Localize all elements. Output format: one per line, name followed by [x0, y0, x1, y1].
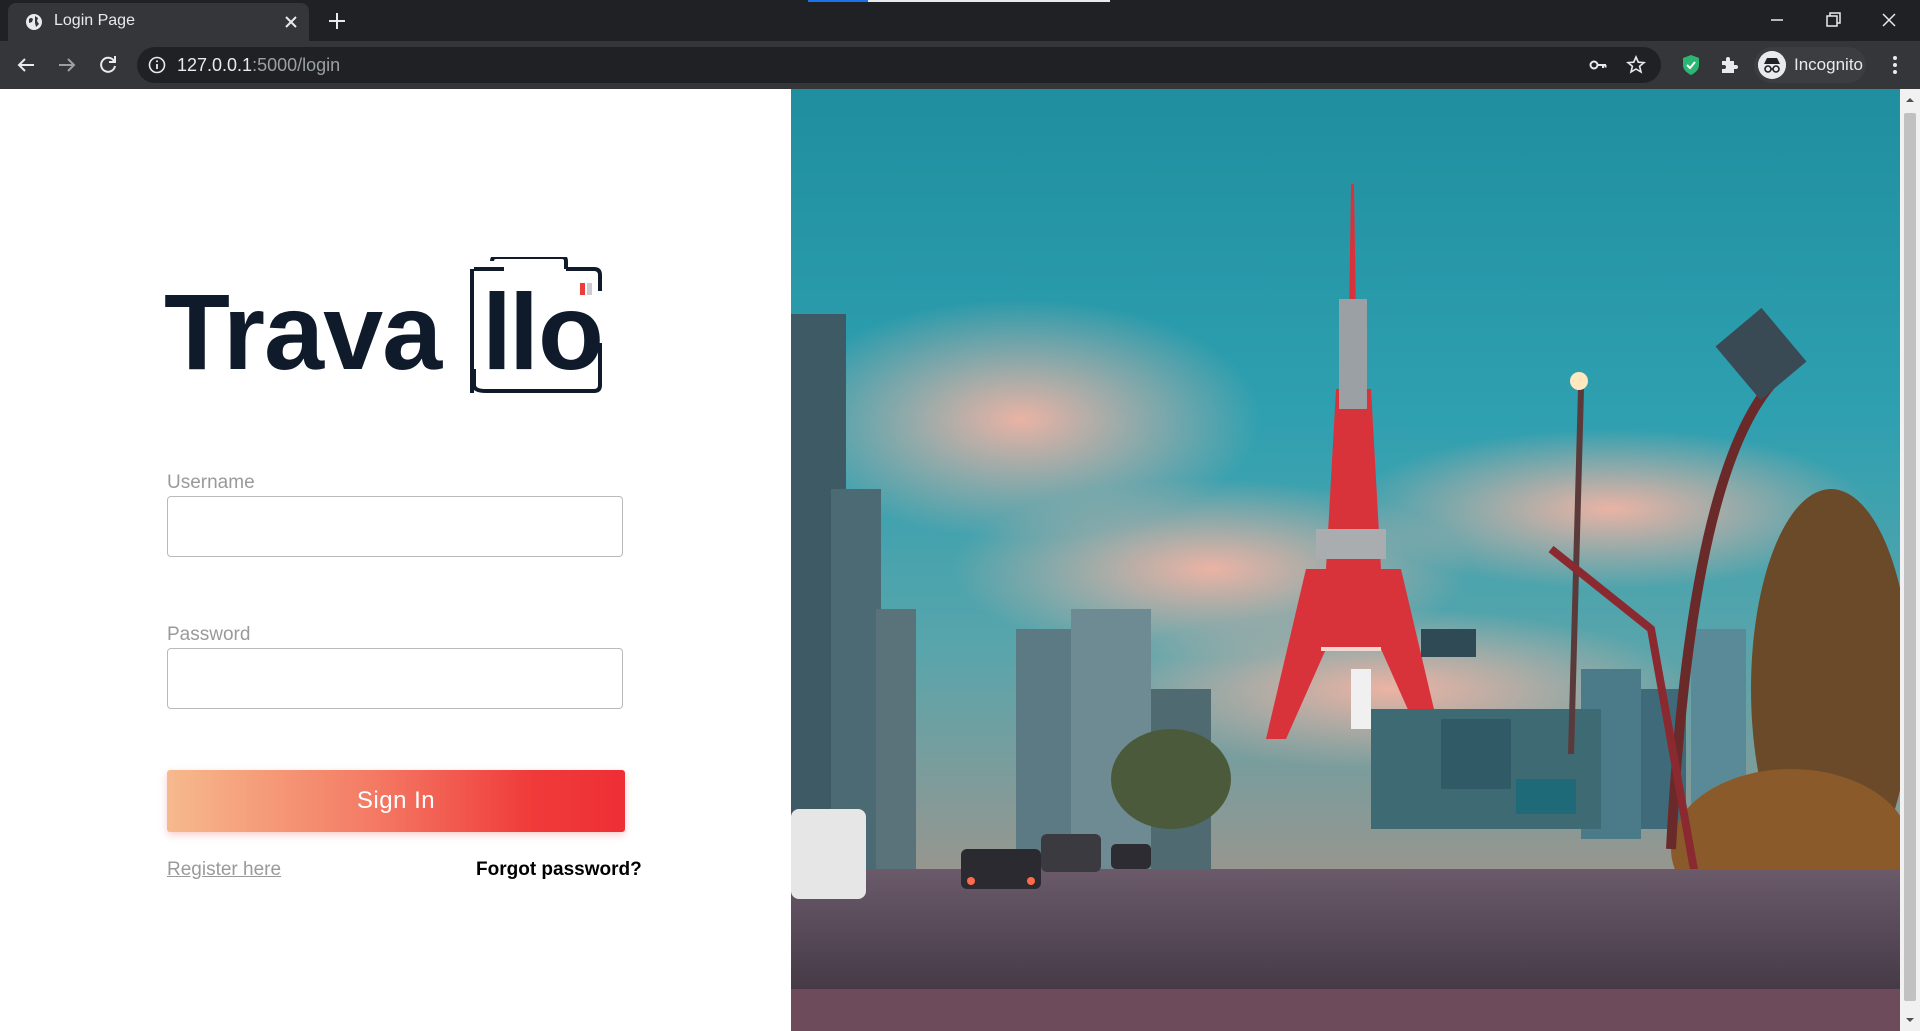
- camera-frame-icon: Trava: [164, 271, 443, 392]
- key-icon[interactable]: [1588, 55, 1608, 75]
- reload-icon[interactable]: [96, 53, 120, 77]
- scroll-up-icon[interactable]: [1905, 95, 1915, 105]
- close-icon[interactable]: [281, 12, 301, 32]
- profile-label: Incognito: [1794, 55, 1863, 74]
- page-scrollbar[interactable]: [1900, 89, 1920, 1031]
- globe-icon: [26, 14, 42, 30]
- browser-titlebar: Login Page: [0, 0, 1920, 41]
- page-viewport: Trava l lo Username Password Sign In Reg…: [0, 89, 1900, 1031]
- url-path: :5000/login: [252, 55, 341, 75]
- window-close-icon[interactable]: [1875, 6, 1903, 34]
- kebab-menu-icon[interactable]: [1883, 53, 1907, 77]
- password-label: Password: [167, 624, 251, 645]
- svg-text:l: l: [482, 271, 511, 392]
- hero-cityscape-image: [791, 89, 1900, 1031]
- tab-title: Login Page: [54, 12, 135, 29]
- back-arrow-icon[interactable]: [14, 53, 38, 77]
- shield-extension-icon[interactable]: [1679, 53, 1703, 77]
- forgot-password-link[interactable]: Forgot password?: [476, 859, 642, 881]
- brand-logo: Trava l lo: [164, 257, 604, 393]
- loading-bar-accent: [808, 0, 868, 2]
- restore-icon[interactable]: [1819, 6, 1847, 34]
- username-input[interactable]: [167, 496, 623, 557]
- info-icon[interactable]: [148, 56, 166, 74]
- browser-toolbar: 127.0.0.1:5000/login Incognito: [0, 41, 1920, 89]
- password-input[interactable]: [167, 648, 623, 709]
- url-host: 127.0.0.1: [177, 55, 253, 75]
- login-panel: Trava l lo Username Password Sign In Reg…: [0, 89, 791, 1031]
- star-icon[interactable]: [1626, 55, 1646, 75]
- sign-in-button[interactable]: Sign In: [167, 770, 625, 832]
- url-text: 127.0.0.1:5000/login: [177, 55, 340, 76]
- address-bar[interactable]: 127.0.0.1:5000/login: [137, 47, 1661, 83]
- profile-incognito[interactable]: Incognito: [1754, 47, 1866, 83]
- register-link[interactable]: Register here: [167, 859, 281, 881]
- scroll-down-icon[interactable]: [1905, 1015, 1915, 1025]
- username-label: Username: [167, 472, 255, 493]
- minimize-icon[interactable]: [1763, 6, 1791, 34]
- incognito-icon: [1758, 51, 1786, 79]
- browser-tab[interactable]: Login Page: [8, 3, 309, 41]
- plus-icon[interactable]: [325, 9, 349, 33]
- puzzle-icon[interactable]: [1717, 53, 1741, 77]
- forward-arrow-icon[interactable]: [55, 53, 79, 77]
- scrollbar-thumb[interactable]: [1904, 113, 1916, 1001]
